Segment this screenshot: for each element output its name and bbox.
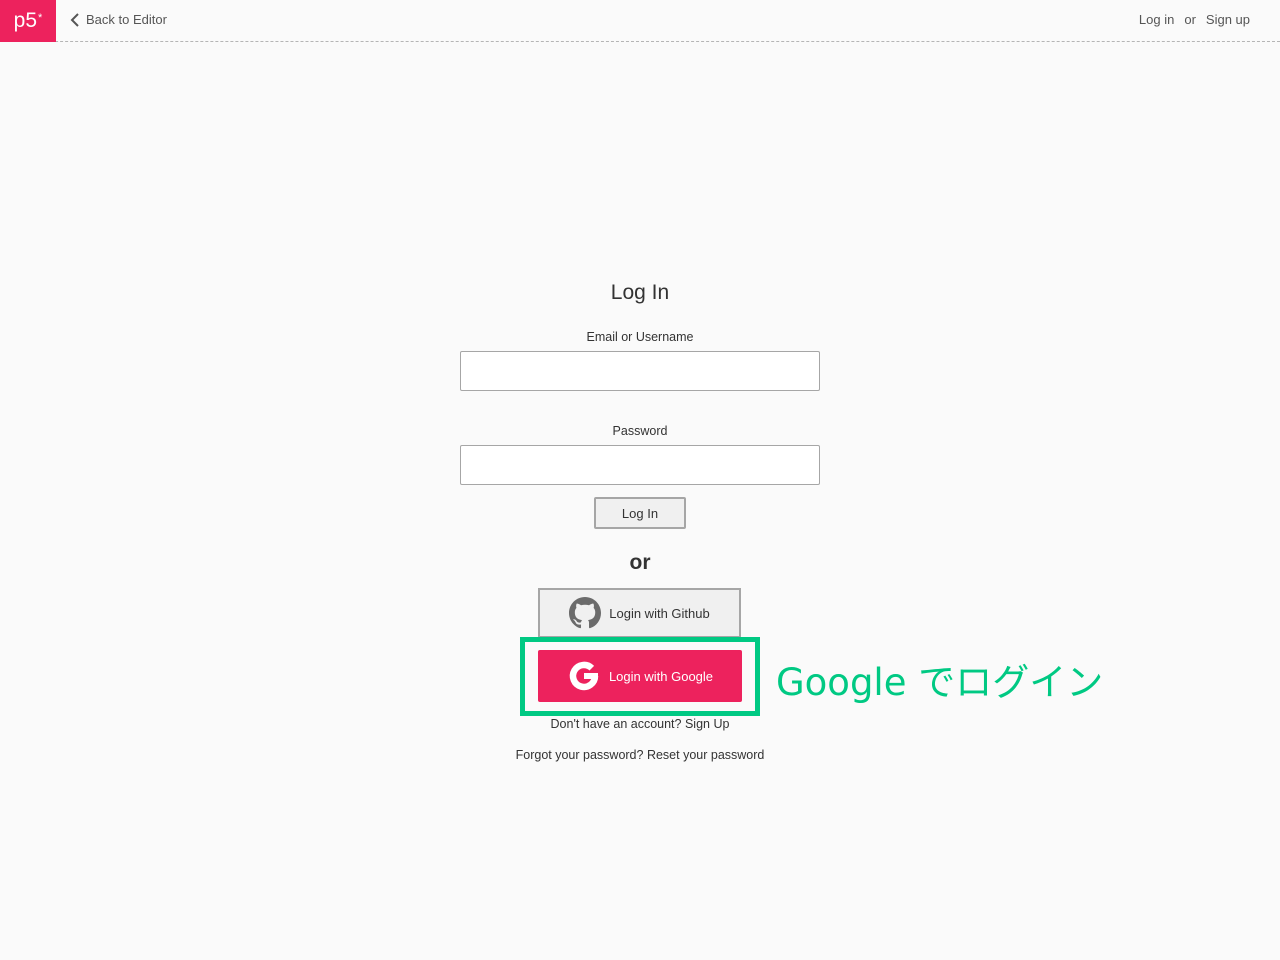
login-with-google-button[interactable]: Login with Google [538,650,742,702]
logo-asterisk: * [38,12,43,24]
login-submit-button[interactable]: Log In [594,497,686,529]
reset-prompt-text: Forgot your password? [515,748,644,762]
chevron-left-icon [70,12,79,27]
back-to-editor-label: Back to Editor [86,12,167,27]
login-with-github-button[interactable]: Login with Github [538,588,741,638]
github-button-label: Login with Github [609,605,710,621]
top-nav: p5 * Back to Editor Log in or Sign up [0,0,1280,42]
signup-link[interactable]: Sign Up [685,717,729,731]
reset-password-link[interactable]: Reset your password [647,748,764,762]
signup-prompt: Don't have an account? Sign Up [0,717,1280,731]
google-icon [569,661,599,691]
reset-prompt: Forgot your password? Reset your passwor… [0,748,1280,762]
nav-or-text: or [1184,12,1196,27]
login-form: Log In Email or Username Password Log In… [0,278,1280,576]
back-to-editor-link[interactable]: Back to Editor [70,12,167,27]
email-label: Email or Username [586,330,694,344]
password-input[interactable] [460,445,820,485]
p5-logo[interactable]: p5 * [0,0,56,42]
auth-nav: Log in or Sign up [1139,12,1250,27]
page-title: Log In [610,281,670,304]
or-divider: or [629,551,651,574]
nav-signup-link[interactable]: Sign up [1206,12,1250,27]
password-label: Password [612,424,668,438]
google-button-label: Login with Google [608,668,714,684]
github-icon [569,597,602,629]
email-input[interactable] [460,351,820,391]
google-login-annotation: Google でログイン [776,661,1104,704]
logo-text: p5 [13,9,38,32]
signup-prompt-text: Don't have an account? [550,717,682,731]
nav-login-link[interactable]: Log in [1139,12,1174,27]
